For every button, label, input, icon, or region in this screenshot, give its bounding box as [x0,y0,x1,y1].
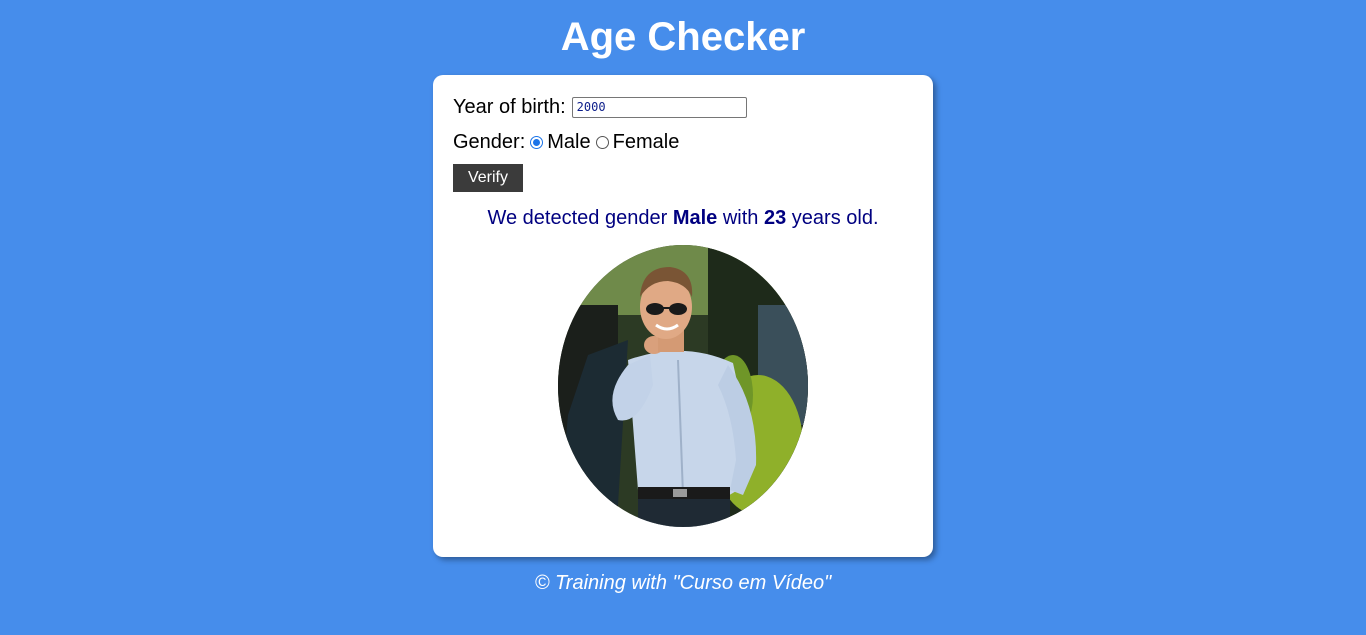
result-middle: with [722,207,759,229]
man-portrait-image [558,245,808,527]
age-checker-card: Year of birth: Gender: Male Female Verif… [433,75,933,557]
footer-credit: © Training with "Curso em Vídeo" [534,572,832,594]
portrait-illustration [558,245,808,527]
year-input[interactable] [571,96,747,118]
gender-male-radio[interactable] [530,135,544,149]
result-prefix: We detected gender [487,207,668,229]
gender-row: Gender: Male Female [453,130,679,154]
gender-female-radio[interactable] [595,135,609,149]
gender-label: Gender: [453,131,526,153]
result-suffix: years old. [791,207,879,229]
gender-male-label[interactable]: Male [547,130,590,154]
result-text: We detected gender Male with 23 years ol… [433,206,933,230]
year-row: Year of birth: [453,95,747,119]
page-title: Age Checker [560,15,806,59]
result-gender: Male [672,207,718,229]
gender-female-label[interactable]: Female [613,130,680,154]
verify-button[interactable]: Verify [453,164,523,192]
result-age: 23 [763,207,787,229]
year-label: Year of birth: [453,96,566,118]
